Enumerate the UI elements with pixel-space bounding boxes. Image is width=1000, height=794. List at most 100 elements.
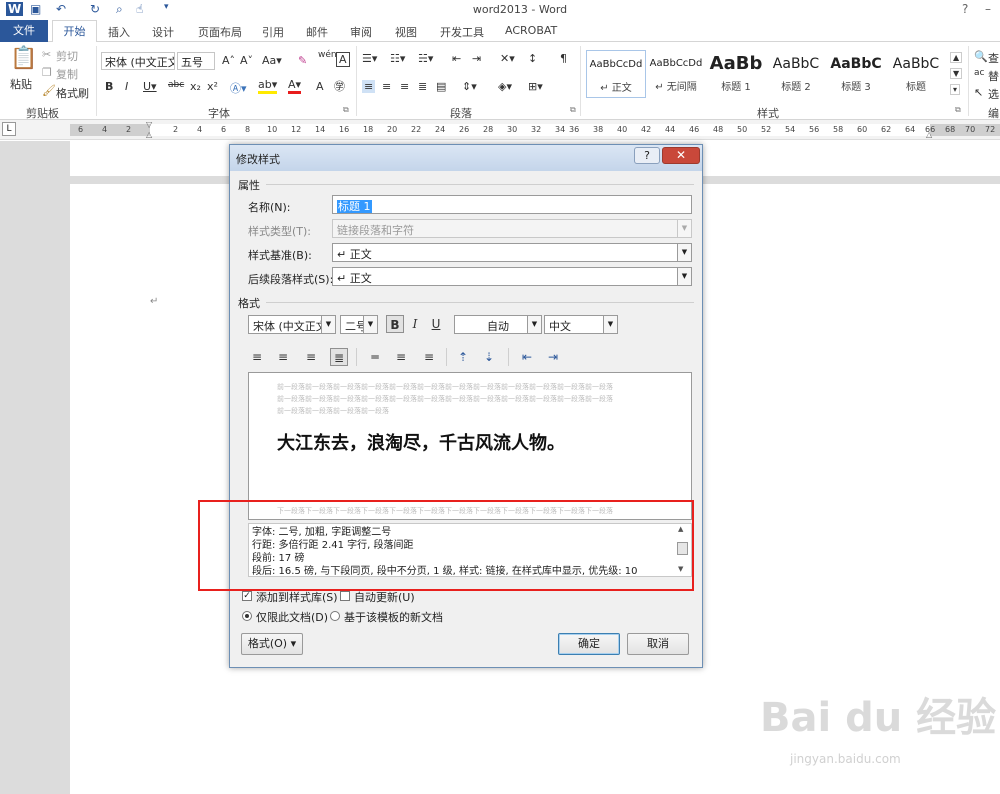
chevron-down-icon[interactable]: ▼ [321, 316, 335, 333]
chevron-down-icon[interactable]: ▼ [603, 316, 617, 333]
paste-button[interactable]: 粘贴 [10, 76, 32, 92]
show-marks-icon[interactable]: ¶ [560, 52, 567, 65]
format-painter-icon[interactable]: 🖌 [42, 84, 56, 97]
align-center-icon[interactable]: ≡ [382, 80, 391, 93]
cut-button[interactable]: 剪切 [56, 48, 78, 64]
horizontal-ruler[interactable]: 6 4 2 2 4 6 8 10 12 14 16 18 20 22 24 26… [0, 120, 1000, 140]
style-based-select[interactable]: ↵ 正文 ▼ [332, 243, 692, 262]
align-left-icon[interactable]: ≡ [362, 80, 376, 93]
cancel-button[interactable]: 取消 [627, 633, 689, 655]
chinese-layout-icon[interactable]: ✕▾ [500, 52, 515, 65]
style-item-heading-3[interactable]: AaBbC 标题 3 [826, 50, 886, 98]
first-line-indent-marker-icon[interactable]: ▽ [146, 120, 152, 129]
underline-icon[interactable]: U▾ [143, 80, 157, 93]
tab-developer[interactable]: 开发工具 [440, 24, 484, 40]
single-spacing-icon[interactable]: ═ [366, 348, 384, 366]
align-right-icon[interactable]: ≡ [302, 348, 320, 366]
chevron-down-icon[interactable]: ▼ [677, 244, 691, 261]
auto-update-checkbox[interactable] [340, 591, 350, 601]
shading-icon[interactable]: ◈▾ [498, 80, 512, 93]
undo-icon[interactable]: ↶ [56, 2, 66, 16]
bullets-icon[interactable]: ☰▾ [362, 52, 377, 65]
paste-icon[interactable]: 📋 [10, 46, 37, 71]
clear-format-icon[interactable]: ✎ [298, 54, 307, 67]
replace-icon[interactable]: ac [974, 68, 984, 78]
style-item-normal[interactable]: AaBbCcDd ↵ 正文 [586, 50, 646, 98]
increase-spacing-icon[interactable]: ⇡ [454, 348, 472, 366]
find-icon[interactable]: 🔍 [974, 50, 988, 63]
align-center-icon[interactable]: ≡ [274, 348, 292, 366]
tab-references[interactable]: 引用 [262, 24, 284, 40]
format-menu-button[interactable]: 格式(O) ▾ [241, 633, 303, 655]
font-size-box[interactable]: 五号 [177, 52, 215, 70]
shrink-font-icon[interactable]: A˅ [240, 54, 253, 67]
tab-view[interactable]: 视图 [395, 24, 417, 40]
align-right-icon[interactable]: ≡ [400, 80, 409, 93]
style-item-no-spacing[interactable]: AaBbCcDd ↵ 无间隔 [646, 50, 706, 98]
strikethrough-icon[interactable]: abc [168, 80, 184, 90]
styles-scroll-up-icon[interactable]: ▲ [950, 52, 963, 63]
add-to-gallery-checkbox[interactable]: ✓ [242, 591, 252, 601]
highlight-icon[interactable]: ab▾ [258, 78, 278, 94]
tab-home[interactable]: 开始 [52, 20, 97, 43]
redo-icon[interactable]: ↻ [90, 2, 100, 16]
copy-button[interactable]: 复制 [56, 66, 78, 82]
right-indent-marker-icon[interactable]: △ [926, 130, 932, 139]
change-case-icon[interactable]: Aa▾ [262, 54, 282, 67]
bold-toggle[interactable]: B [386, 315, 404, 333]
enclose-char-icon[interactable]: ㊫ [334, 78, 345, 94]
name-input[interactable]: 标题 1 [332, 195, 692, 214]
format-painter-button[interactable]: 格式刷 [56, 85, 89, 101]
paragraph-dialog-launcher-icon[interactable]: ⧉ [570, 105, 576, 115]
style-item-title[interactable]: AaBbC 标题 [886, 50, 946, 98]
tab-layout[interactable]: 页面布局 [198, 24, 242, 40]
subscript-icon[interactable]: x₂ [190, 80, 201, 93]
size-select[interactable]: 二号 ▼ [340, 315, 378, 334]
font-dialog-launcher-icon[interactable]: ⧉ [343, 105, 349, 115]
only-this-document-radio[interactable] [242, 611, 252, 621]
decrease-spacing-icon[interactable]: ⇣ [480, 348, 498, 366]
multilevel-list-icon[interactable]: ☵▾ [418, 52, 433, 65]
find-button[interactable]: 查 [988, 50, 999, 66]
next-style-select[interactable]: ↵ 正文 ▼ [332, 267, 692, 286]
cut-icon[interactable]: ✂ [42, 48, 51, 61]
tab-design[interactable]: 设计 [152, 24, 174, 40]
minimize-button[interactable]: – [985, 2, 991, 16]
grow-font-icon[interactable]: A˄ [222, 54, 235, 67]
chevron-down-icon[interactable]: ▼ [677, 268, 691, 285]
tab-file[interactable]: 文件 [0, 20, 48, 42]
numbering-icon[interactable]: ☷▾ [390, 52, 405, 65]
dialog-titlebar[interactable]: 修改样式 ? ✕ [230, 145, 702, 171]
superscript-icon[interactable]: x² [207, 80, 218, 93]
increase-indent-icon[interactable]: ⇥ [544, 348, 562, 366]
customize-qat-icon[interactable]: ▾ [164, 2, 169, 12]
styles-more-icon[interactable]: ▾ [950, 84, 961, 95]
styles-scroll-down-icon[interactable]: ▼ [950, 68, 963, 79]
bold-icon[interactable]: B [105, 80, 113, 93]
print-preview-icon[interactable]: ⌕ [116, 2, 123, 17]
chevron-down-icon[interactable]: ▼ [527, 316, 541, 333]
align-left-icon[interactable]: ≡ [248, 348, 266, 366]
tab-review[interactable]: 审阅 [350, 24, 372, 40]
tab-selector-icon[interactable]: L [2, 122, 16, 136]
underline-toggle[interactable]: U [427, 315, 445, 333]
save-icon[interactable]: ▣ [30, 2, 41, 16]
help-button[interactable]: ? [962, 2, 968, 16]
replace-button[interactable]: 替 [988, 68, 999, 84]
style-item-heading-2[interactable]: AaBbC 标题 2 [766, 50, 826, 98]
justify-icon[interactable]: ≣ [330, 348, 348, 366]
text-effects-icon[interactable]: Ⓐ▾ [230, 80, 247, 96]
touch-mode-icon[interactable]: ☝ [136, 2, 143, 16]
italic-icon[interactable]: I [125, 80, 128, 93]
left-indent-marker-icon[interactable]: △ [146, 130, 152, 139]
double-spacing-icon[interactable]: ≡ [420, 348, 438, 366]
increase-indent-icon[interactable]: ⇥ [472, 52, 481, 65]
font-color-icon[interactable]: A▾ [288, 78, 302, 94]
sort-icon[interactable]: ↕ [528, 52, 537, 65]
select-icon[interactable]: ↖ [974, 86, 983, 99]
style-item-heading-1[interactable]: AaBb 标题 1 [706, 50, 766, 98]
tab-mailings[interactable]: 邮件 [306, 24, 328, 40]
borders-icon[interactable]: ⊞▾ [528, 80, 543, 93]
new-docs-template-radio[interactable] [330, 611, 340, 621]
styles-dialog-launcher-icon[interactable]: ⧉ [955, 105, 961, 115]
